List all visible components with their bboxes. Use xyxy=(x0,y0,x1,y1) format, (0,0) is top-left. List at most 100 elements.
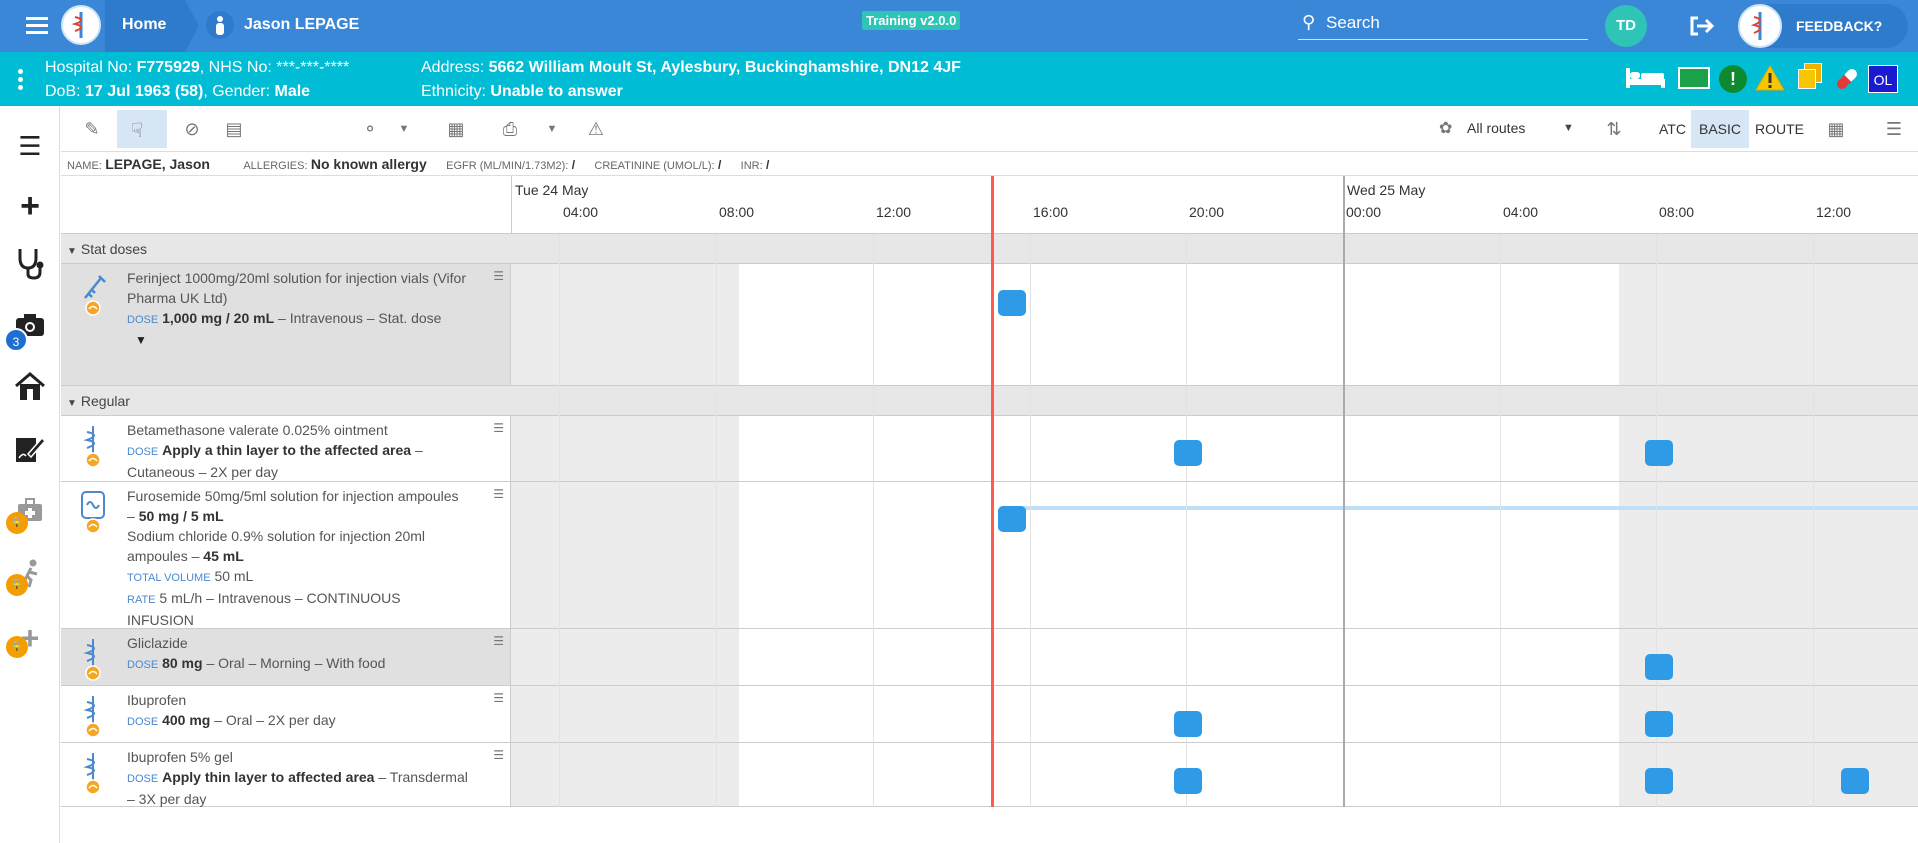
gender-value: Male xyxy=(274,83,311,100)
print-chevron-down-icon[interactable]: ▼ xyxy=(539,116,565,142)
dose-block[interactable] xyxy=(1645,768,1673,794)
dose-value: 50 mg / 5 mL xyxy=(138,508,224,524)
stethoscope-icon[interactable] xyxy=(12,246,48,282)
training-badge: Training v2.0.0 xyxy=(862,11,961,30)
lock-icon-2: 🔒 xyxy=(6,574,28,596)
dob-label: DoB: xyxy=(45,83,81,100)
plus-icon[interactable]: + xyxy=(12,188,48,224)
route-freq: – Oral – Morning – With food xyxy=(206,655,386,671)
section-regular[interactable]: ▼ Regular xyxy=(61,386,1918,416)
dose-block[interactable] xyxy=(1174,711,1202,737)
dose-label: DOSE xyxy=(127,659,159,671)
address-label: Address: xyxy=(421,59,485,76)
section-stat-doses[interactable]: ▼ Stat doses xyxy=(61,234,1918,264)
list-icon[interactable]: ☰ xyxy=(12,128,48,164)
sort-icon[interactable]: ⇅ xyxy=(1601,116,1627,142)
home-tab[interactable]: Home xyxy=(105,0,185,52)
total-volume-value: 50 mL xyxy=(214,568,254,584)
documents-icon[interactable] xyxy=(1796,63,1824,91)
row-menu-icon[interactable]: ☰ xyxy=(493,484,504,504)
house-icon[interactable] xyxy=(12,372,48,408)
warning-outline-icon[interactable]: ⚠ xyxy=(583,116,609,142)
med-details: Furosemide 50mg/5ml solution for injecti… xyxy=(61,482,511,628)
day-label-2: Wed 25 May xyxy=(1347,182,1426,198)
patient-address: Address: 5662 William Moult St, Aylesbur… xyxy=(421,56,961,104)
green-status-icon[interactable] xyxy=(1678,67,1710,89)
menu-icon[interactable]: ☰ xyxy=(1881,116,1907,142)
row-menu-icon[interactable]: ☰ xyxy=(493,745,504,765)
med-name: Gliclazide xyxy=(127,635,188,651)
med-row-betamethasone[interactable]: Betamethasone valerate 0.025% ointment D… xyxy=(61,416,1918,482)
route-button[interactable]: ROUTE xyxy=(1749,114,1810,144)
row-menu-icon[interactable]: ☰ xyxy=(493,266,504,286)
row-menu-icon[interactable]: ☰ xyxy=(493,631,504,651)
warning-icon[interactable] xyxy=(1755,64,1785,92)
med-row-furosemide[interactable]: Furosemide 50mg/5ml solution for injecti… xyxy=(61,482,1918,629)
dose-block[interactable] xyxy=(998,290,1026,316)
routes-value: All routes xyxy=(1467,120,1526,136)
med-name: Ferinject 1000mg/20ml solution for injec… xyxy=(127,270,467,306)
caduceus-icon xyxy=(79,751,109,795)
grid-line xyxy=(716,234,717,807)
med-details: Ferinject 1000mg/20ml solution for injec… xyxy=(61,264,511,385)
med-row-ferinject[interactable]: Ferinject 1000mg/20ml solution for injec… xyxy=(61,264,1918,386)
patient-name-tab[interactable]: Jason LEPAGE xyxy=(244,16,359,34)
tick-label: 08:00 xyxy=(1659,204,1695,220)
med-row-ibuprofen[interactable]: Ibuprofen DOSE 400 mg – Oral – 2X per da… xyxy=(61,686,1918,743)
tick-label: 12:00 xyxy=(876,204,912,220)
dose-block[interactable] xyxy=(1645,654,1673,680)
hamburger-icon[interactable] xyxy=(26,17,48,35)
report-icon[interactable]: ▦ xyxy=(443,116,469,142)
nhs-number: ***-***-**** xyxy=(276,59,350,76)
administer-button[interactable]: ☟ xyxy=(117,110,167,148)
dose-block[interactable] xyxy=(1174,440,1202,466)
basic-label: BASIC xyxy=(1699,121,1742,137)
atc-button[interactable]: ATC xyxy=(1653,114,1692,144)
capsule-icon[interactable]: ⊘ xyxy=(179,116,205,142)
infusion-bar[interactable] xyxy=(1012,506,1918,510)
med-details: Ibuprofen DOSE 400 mg – Oral – 2X per da… xyxy=(61,686,511,742)
user-badge[interactable]: OL xyxy=(1868,65,1898,93)
bed-icon[interactable] xyxy=(1626,66,1666,90)
expand-caret-icon[interactable]: ▼ xyxy=(135,330,470,350)
feedback-button[interactable]: FEEDBACK? xyxy=(1738,4,1908,48)
dose-block[interactable] xyxy=(1645,711,1673,737)
signature-icon[interactable] xyxy=(12,434,48,470)
dose-block[interactable] xyxy=(1841,768,1869,794)
rate-value: 5 mL/h – Intravenous – CONTINUOUS INFUSI… xyxy=(127,590,401,628)
alert-circle-icon[interactable]: ! xyxy=(1719,65,1747,93)
routes-select[interactable]: ✿ All routes ▼ xyxy=(1439,114,1579,144)
logout-icon[interactable] xyxy=(1688,14,1716,38)
med-name: Ibuprofen 5% gel xyxy=(127,749,233,765)
prescription-icon[interactable]: ✎ xyxy=(79,116,105,142)
print-icon[interactable]: ⎙ xyxy=(497,116,523,142)
dose-block[interactable] xyxy=(1174,768,1202,794)
more-vertical-icon[interactable] xyxy=(18,69,23,91)
chevron-down-icon[interactable]: ▼ xyxy=(391,116,417,142)
logo-icon xyxy=(61,5,101,45)
patient-banner: Hospital No: F775929, NHS No: ***-***-**… xyxy=(0,52,1918,106)
current-time-line xyxy=(991,176,994,807)
feedback-logo-icon xyxy=(1738,4,1782,48)
creatinine-label: CREATININE (UMOL/L): xyxy=(594,160,715,172)
patient-ids: Hospital No: F775929, NHS No: ***-***-**… xyxy=(45,56,349,104)
gender-label: , Gender: xyxy=(203,83,271,100)
row-menu-icon[interactable]: ☰ xyxy=(493,688,504,708)
med-row-ibuprofen-gel[interactable]: Ibuprofen 5% gel DOSE Apply thin layer t… xyxy=(61,743,1918,807)
creatinine-value: / xyxy=(717,158,722,172)
document-icon[interactable]: ▤ xyxy=(221,116,247,142)
layout-icon[interactable]: ▦ xyxy=(1823,116,1849,142)
row-menu-icon[interactable]: ☰ xyxy=(493,418,504,438)
pill-icon[interactable] xyxy=(1832,65,1862,93)
basic-button[interactable]: BASIC xyxy=(1691,110,1750,148)
dose-block[interactable] xyxy=(998,506,1026,532)
med-row-gliclazide[interactable]: Gliclazide DOSE 80 mg – Oral – Morning –… xyxy=(61,629,1918,686)
dose-value: 80 mg xyxy=(162,655,203,671)
routes-chevron-down-icon: ▼ xyxy=(1563,122,1574,134)
grid-line xyxy=(1500,234,1501,807)
search-box[interactable]: ⚲ Search xyxy=(1298,10,1588,40)
name-label: NAME: xyxy=(67,160,102,172)
add-medication-icon[interactable]: ⚬ xyxy=(357,116,383,142)
user-avatar[interactable]: TD xyxy=(1605,5,1647,47)
dose-block[interactable] xyxy=(1645,440,1673,466)
